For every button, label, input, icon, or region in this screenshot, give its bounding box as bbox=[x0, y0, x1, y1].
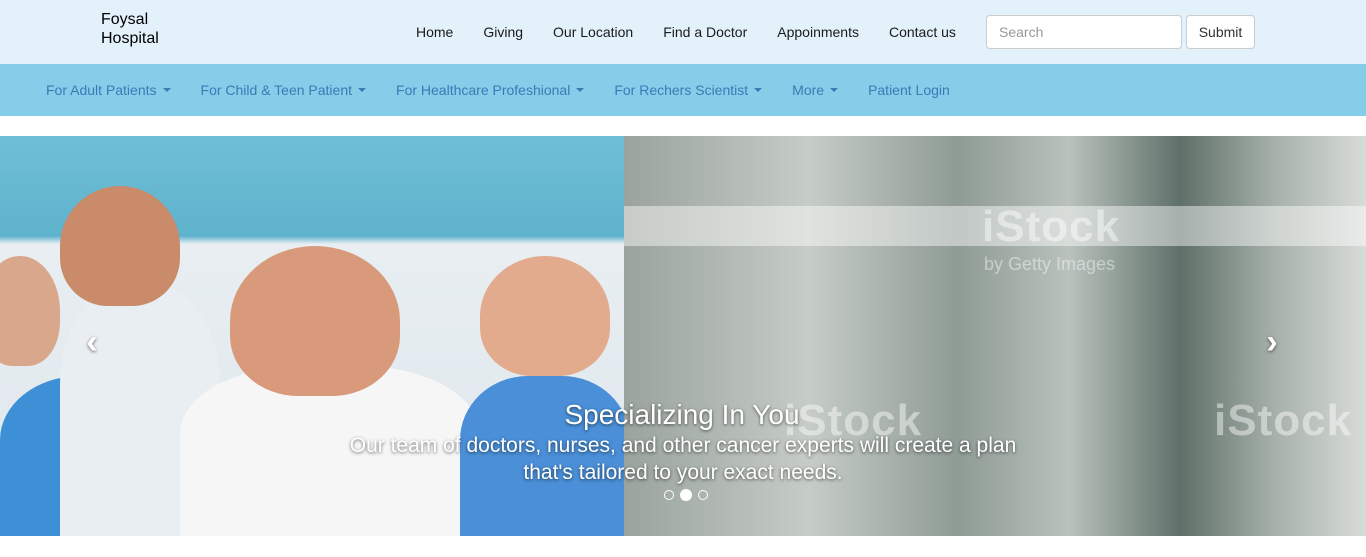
nav-contact-us[interactable]: Contact us bbox=[874, 22, 971, 42]
brand-logo[interactable]: Foysal Hospital bbox=[101, 10, 191, 48]
subnav-label: For Healthcare Profeshional bbox=[396, 82, 571, 98]
subnav-patient-login[interactable]: Patient Login bbox=[853, 80, 965, 100]
search-input[interactable] bbox=[986, 15, 1182, 49]
submit-button[interactable]: Submit bbox=[1186, 15, 1255, 49]
subnav-label: For Adult Patients bbox=[46, 82, 157, 98]
subnav-label: For Rechers Scientist bbox=[614, 82, 749, 98]
hero-carousel: iStock by Getty Images iStock iStock ‹ ›… bbox=[0, 136, 1366, 536]
nav-find-a-doctor[interactable]: Find a Doctor bbox=[648, 22, 762, 42]
top-navbar: Foysal Hospital Home Giving Our Location… bbox=[0, 0, 1366, 64]
caption-title: Specializing In You bbox=[564, 399, 800, 430]
caret-down-icon bbox=[358, 88, 367, 92]
caret-down-icon bbox=[830, 88, 839, 92]
caret-down-icon bbox=[576, 88, 585, 92]
secondary-nav: For Adult Patients For Child & Teen Pati… bbox=[0, 64, 1366, 116]
watermark-text: iStock bbox=[982, 202, 1121, 251]
carousel-indicator[interactable] bbox=[664, 490, 674, 500]
carousel-prev-button[interactable]: ‹ bbox=[72, 322, 112, 362]
nav-home[interactable]: Home bbox=[401, 22, 468, 42]
chevron-left-icon: ‹ bbox=[86, 322, 98, 361]
doctor-face-4 bbox=[480, 256, 610, 376]
carousel-next-button[interactable]: › bbox=[1252, 322, 1292, 362]
caret-down-icon bbox=[754, 88, 763, 92]
caret-down-icon bbox=[162, 88, 171, 92]
brand-line-1: Foysal bbox=[101, 11, 149, 28]
doctor-face-1 bbox=[0, 256, 60, 366]
doctor-face-2 bbox=[60, 186, 180, 306]
subnav-label: Patient Login bbox=[868, 82, 950, 98]
subnav-label: For Child & Teen Patient bbox=[200, 82, 353, 98]
subnav-label: More bbox=[792, 82, 825, 98]
main-nav: Home Giving Our Location Find a Doctor A… bbox=[401, 0, 971, 64]
carousel-indicator-active[interactable] bbox=[680, 489, 692, 501]
subnav-more[interactable]: More bbox=[777, 80, 853, 100]
carousel-indicator[interactable] bbox=[698, 490, 708, 500]
subnav-researcher-scientist[interactable]: For Rechers Scientist bbox=[599, 80, 777, 100]
carousel-indicators bbox=[661, 489, 711, 501]
brand-line-2: Hospital bbox=[101, 30, 159, 47]
chevron-right-icon: › bbox=[1266, 322, 1278, 361]
subnav-healthcare-professional[interactable]: For Healthcare Profeshional bbox=[381, 80, 599, 100]
caption-text: Our team of doctors, nurses, and other c… bbox=[349, 434, 1017, 484]
subnav-child-teen-patient[interactable]: For Child & Teen Patient bbox=[186, 80, 382, 100]
carousel-caption: Specializing In You Our team of doctors,… bbox=[0, 398, 1366, 486]
subnav-adult-patients[interactable]: For Adult Patients bbox=[31, 80, 186, 100]
watermark-subtext: by Getty Images bbox=[984, 254, 1116, 274]
nav-our-location[interactable]: Our Location bbox=[538, 22, 648, 42]
nav-appoinments[interactable]: Appoinments bbox=[762, 22, 874, 42]
doctor-face-3 bbox=[230, 246, 400, 396]
nav-giving[interactable]: Giving bbox=[468, 22, 538, 42]
